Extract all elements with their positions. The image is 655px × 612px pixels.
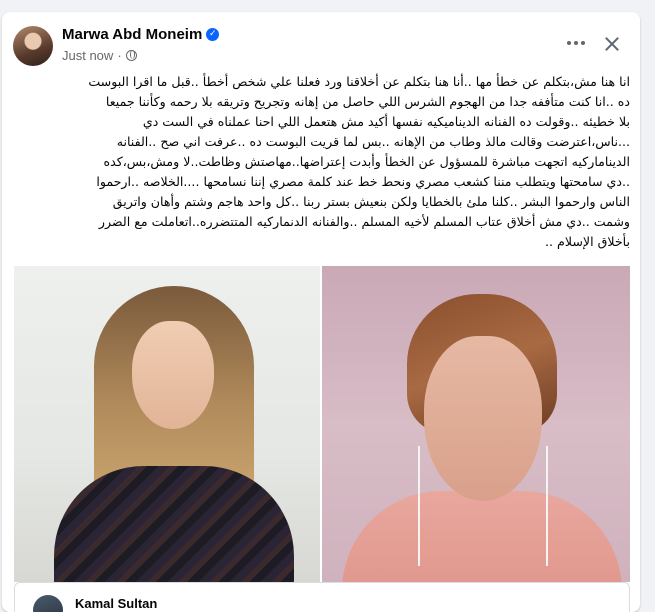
post-timestamp[interactable]: Just now (62, 48, 113, 63)
post-text-line: الديناماركيه اتجهت مباشرة للمسؤول عن الخ… (103, 154, 630, 169)
post-text-line: ده ..انا كنت متأففه جدا من الهجوم الشرس … (105, 94, 630, 109)
post-meta: Just now · (62, 48, 137, 63)
post-text-line: بأخلاق الإسلام .. (545, 234, 630, 249)
shared-post-strip[interactable]: Kamal Sultan (14, 582, 630, 612)
post-card: Marwa Abd Moneim ✓ Just now · انا هنا مش… (2, 12, 640, 612)
commenter-avatar[interactable] (33, 595, 63, 612)
globe-icon[interactable] (125, 50, 137, 61)
meta-separator: · (117, 48, 122, 63)
photo-subject-face (424, 336, 542, 501)
verified-badge-icon: ✓ (206, 28, 220, 41)
earphone-cable (418, 446, 420, 566)
post-text-line: الناس وارحموا البشر ..كلنا ملئ بالخطايا … (112, 194, 630, 209)
post-text-line: ...ناس،اعترضت وقالت مالذ وطاب من الإهانه… (116, 134, 630, 149)
post-text-line: وشمت ..دي مش أخلاق عتاب المسلم لأخيه الم… (98, 214, 630, 229)
author-name[interactable]: Marwa Abd Moneim (62, 26, 202, 43)
photo-right[interactable] (322, 266, 630, 582)
post-text-line: ..دي سامحتها ويتطلب مننا كشعب مصري ونحط … (96, 174, 630, 189)
photo-left[interactable] (14, 266, 320, 582)
photo-subject-shirt (342, 491, 622, 582)
post-text-line: انا هنا مش،بتكلم عن خطأ مها ..أنا هنا بت… (88, 74, 630, 89)
post-text: انا هنا مش،بتكلم عن خطأ مها ..أنا هنا بت… (14, 72, 630, 252)
post-text-line: بلا خطيئه ..وقولت ده الفنانه الديناميكيه… (142, 114, 630, 129)
commenter-name[interactable]: Kamal Sultan (75, 596, 157, 611)
close-icon[interactable] (600, 32, 624, 56)
author-name-row: Marwa Abd Moneim ✓ (62, 26, 220, 43)
author-avatar[interactable] (13, 26, 53, 66)
post-header: Marwa Abd Moneim ✓ Just now · (2, 12, 640, 72)
photo-subject-face (132, 321, 214, 429)
photo-subject-dress (54, 466, 294, 582)
post-photos (14, 266, 630, 582)
earphone-cable (546, 446, 548, 566)
more-options-icon[interactable] (564, 38, 588, 48)
